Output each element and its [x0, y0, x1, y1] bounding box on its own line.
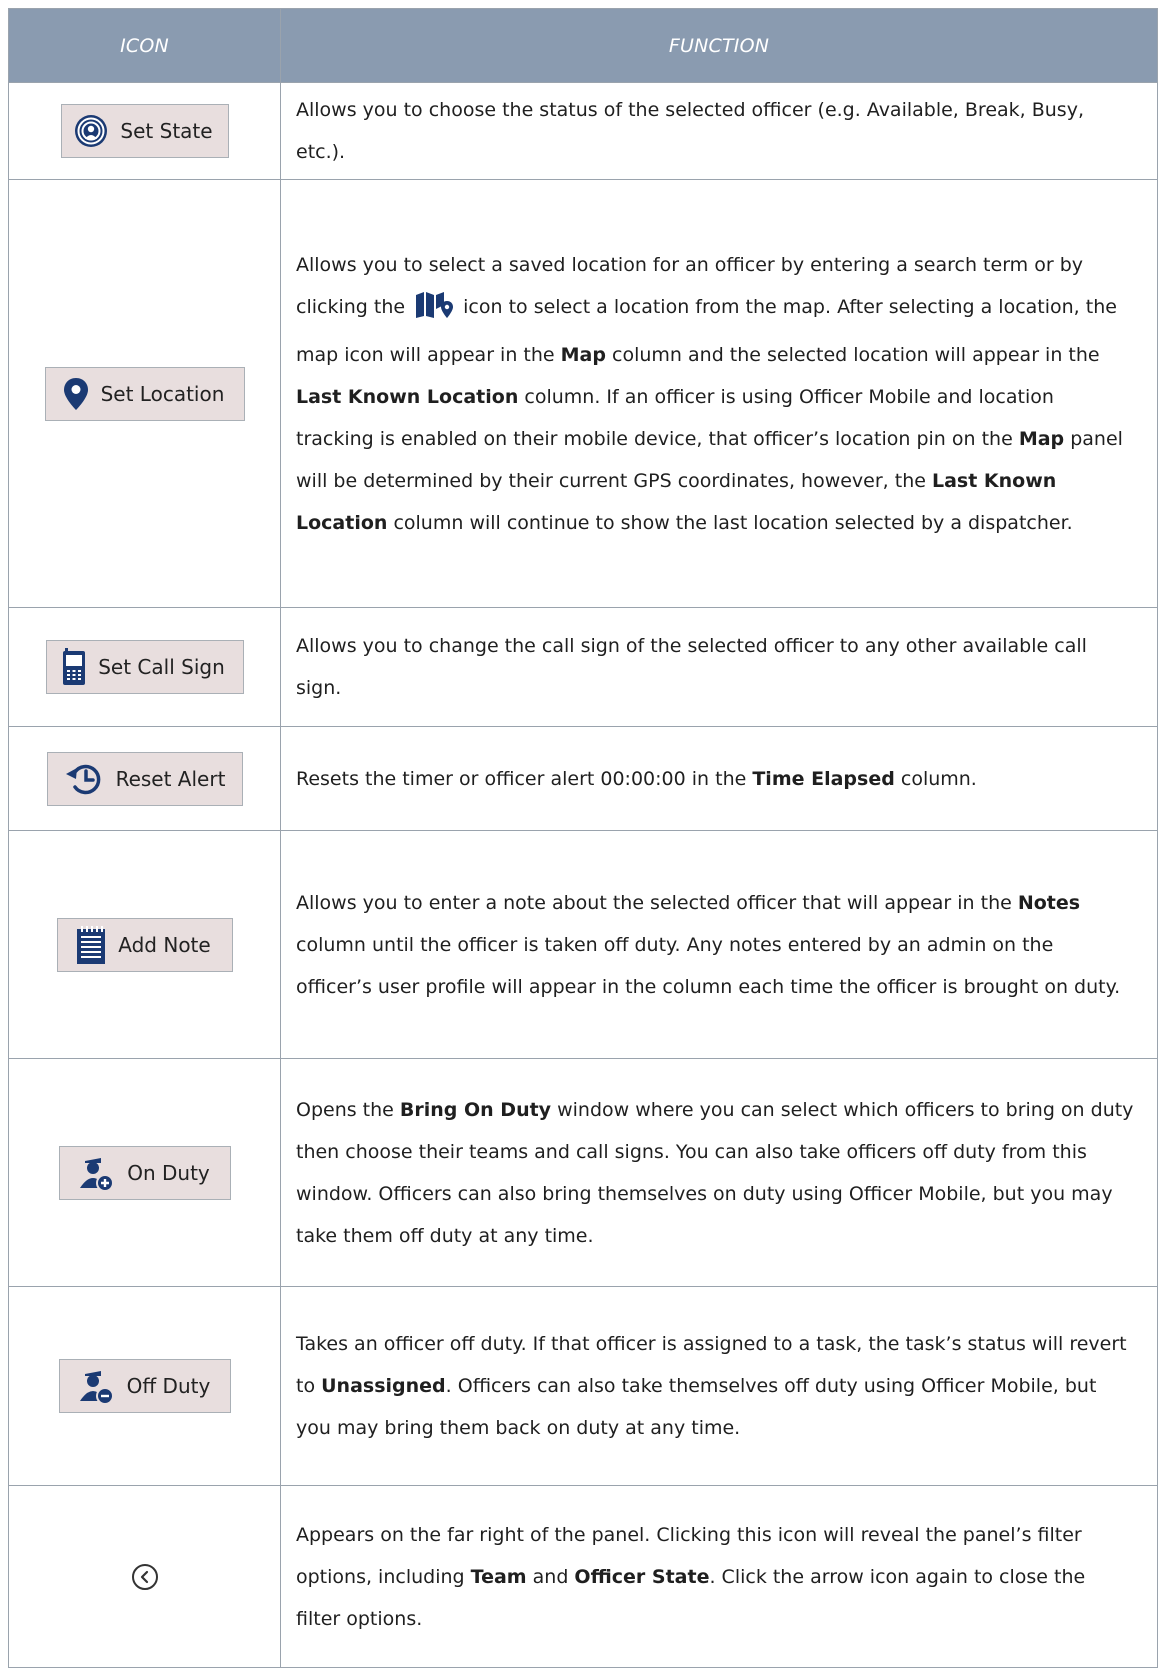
set-call-sign-button[interactable]: Set Call Sign	[45, 640, 244, 694]
bold-term: Officer State	[574, 1565, 710, 1588]
phone-icon	[62, 648, 86, 686]
bold-term: Team	[470, 1565, 527, 1588]
function-description: Appears on the far right of the panel. C…	[280, 1485, 1158, 1668]
description-text: Opens the	[296, 1098, 400, 1121]
icon-cell: Add Note	[8, 830, 281, 1059]
bold-term: Last Known Location	[296, 385, 519, 408]
function-description: Opens the Bring On Duty window where you…	[280, 1058, 1158, 1287]
table-row: Off Duty Takes an officer off duty. If th…	[8, 1286, 1158, 1486]
officer-add-icon	[77, 1154, 115, 1192]
button-label: Reset Alert	[115, 766, 226, 791]
on-duty-button[interactable]: On Duty	[58, 1145, 231, 1200]
bold-term: Bring On Duty	[399, 1098, 552, 1121]
location-pin-icon	[63, 377, 89, 411]
description-text: column.	[894, 767, 977, 790]
icon-cell: Set Location	[8, 179, 281, 608]
icon-cell: Reset Alert	[8, 726, 281, 831]
table-row: Set Call Sign Allows you to change the ca…	[8, 607, 1158, 727]
function-column-header: FUNCTION	[280, 8, 1158, 83]
button-label: Set Call Sign	[98, 655, 225, 679]
icon-column-header: ICON	[8, 8, 281, 83]
reset-clock-icon	[62, 762, 104, 796]
table-row: Set Location Allows you to select a saved…	[8, 179, 1158, 608]
icon-cell: Set State	[8, 82, 281, 180]
off-duty-button[interactable]: Off Duty	[58, 1359, 231, 1413]
table-row: Add Note Allows you to enter a note about…	[8, 830, 1158, 1059]
button-label: Set State	[120, 119, 213, 143]
description-text: column until the officer is taken off du…	[296, 933, 1121, 998]
function-description: Allows you to change the call sign of th…	[280, 607, 1158, 727]
button-label: On Duty	[127, 1160, 210, 1185]
table-row: Set State Allows you to choose the status…	[8, 82, 1158, 180]
set-state-button[interactable]: Set State	[60, 104, 229, 158]
table-row: On Duty Opens the Bring On Duty window wh…	[8, 1058, 1158, 1287]
function-description: Allows you to select a saved location fo…	[280, 179, 1158, 608]
header-row: ICON FUNCTION	[8, 8, 1158, 83]
function-description: Resets the timer or officer alert 00:00:…	[280, 726, 1158, 831]
bold-term: Notes	[1017, 891, 1081, 914]
bold-term: Map	[560, 343, 606, 366]
description-text: Resets the timer or officer alert 00:00:…	[296, 767, 753, 790]
broadcast-person-icon	[74, 114, 108, 148]
icon-cell: Off Duty	[8, 1286, 281, 1486]
description-text: column will continue to show the last lo…	[387, 511, 1073, 534]
button-label: Off Duty	[126, 1374, 211, 1398]
bold-term: Map	[1018, 427, 1065, 450]
set-location-button[interactable]: Set Location	[44, 366, 245, 421]
description-text: Allows you to choose the status of the s…	[296, 99, 1084, 163]
function-description: Allows you to choose the status of the s…	[280, 82, 1158, 180]
button-label: Set Location	[100, 381, 225, 406]
description-text: Allows you to enter a note about the sel…	[296, 891, 1018, 914]
function-description: Takes an officer off duty. If that offic…	[280, 1286, 1158, 1486]
description-text: Allows you to change the call sign of th…	[296, 635, 1087, 699]
function-description: Allows you to enter a note about the sel…	[280, 830, 1158, 1059]
description-text: column and the selected location will ap…	[605, 343, 1100, 366]
officer-remove-icon	[77, 1367, 115, 1405]
add-note-button[interactable]: Add Note	[56, 917, 233, 972]
map-icon	[415, 291, 455, 334]
chevron-left-circle-icon[interactable]	[131, 1563, 158, 1590]
description-text: and	[526, 1565, 575, 1588]
icon-cell: Set Call Sign	[8, 607, 281, 727]
bold-term: Time Elapsed	[752, 767, 895, 790]
icon-cell	[8, 1485, 281, 1668]
notepad-icon	[76, 925, 106, 965]
reset-alert-button[interactable]: Reset Alert	[46, 751, 243, 806]
icon-function-table: ICON FUNCTION Set State Allows you to cho…	[8, 8, 1158, 1668]
bold-term: Unassigned	[321, 1375, 446, 1397]
table-row: Appears on the far right of the panel. C…	[8, 1485, 1158, 1668]
button-label: Add Note	[118, 932, 211, 957]
icon-cell: On Duty	[8, 1058, 281, 1287]
table-row: Reset Alert Resets the timer or officer a…	[8, 726, 1158, 831]
